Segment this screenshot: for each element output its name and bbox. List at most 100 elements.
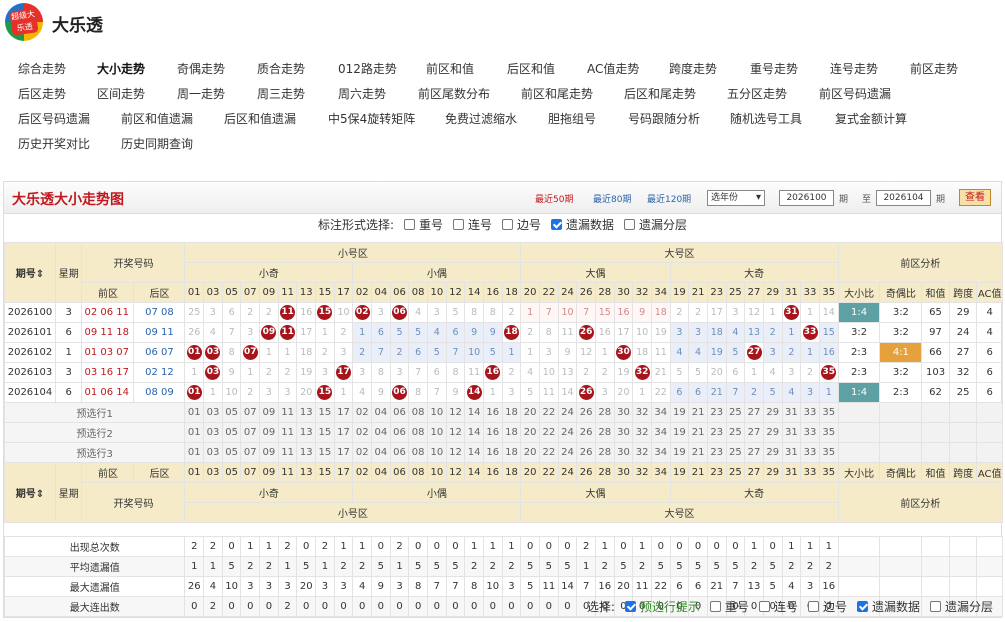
nav-link[interactable]: 胆拖组号 [548, 110, 596, 127]
preselect-number[interactable]: 21 [688, 402, 708, 423]
checkbox-icon[interactable] [758, 601, 770, 612]
to-period-input[interactable]: 2026104 [876, 190, 931, 206]
preselect-number[interactable]: 26 [576, 422, 596, 443]
preselect-number[interactable]: 33 [800, 442, 820, 463]
preselect-number[interactable]: 15 [315, 422, 335, 443]
nav-link[interactable]: 前区号码遗漏 [819, 85, 891, 102]
period-header[interactable]: 期号⇕ [4, 242, 56, 303]
preselect-number[interactable]: 12 [445, 442, 466, 463]
preselect-number[interactable]: 10 [427, 402, 447, 423]
preselect-number[interactable]: 25 [725, 402, 746, 423]
preselect-number[interactable]: 11 [277, 402, 298, 423]
nav-link[interactable]: 前区和值遗漏 [121, 110, 193, 127]
checkbox-icon[interactable] [502, 219, 514, 230]
preselect-number[interactable]: 34 [650, 402, 671, 423]
preselect-number[interactable]: 20 [520, 442, 540, 463]
preselect-number[interactable]: 20 [520, 402, 540, 423]
option-checkbox[interactable]: 重号 [403, 216, 443, 233]
option-checkbox[interactable]: 遗漏分层 [624, 216, 687, 233]
preselect-number[interactable]: 28 [594, 422, 615, 443]
preselect-number[interactable]: 34 [650, 442, 671, 463]
option-checkbox[interactable]: 边号 [502, 216, 541, 233]
preselect-number[interactable]: 35 [818, 422, 839, 443]
nav-link[interactable]: 前区尾数分布 [418, 85, 490, 102]
nav-link[interactable]: 综合走势 [18, 60, 66, 77]
preselect-number[interactable]: 06 [389, 402, 410, 423]
footer-checkbox[interactable]: 重号 [709, 600, 749, 614]
preselect-number[interactable]: 31 [781, 442, 802, 463]
preselect-number[interactable]: 09 [259, 422, 279, 443]
preselect-number[interactable]: 13 [296, 442, 317, 463]
preselect-number[interactable]: 33 [800, 422, 820, 443]
nav-link[interactable]: 区间走势 [97, 85, 145, 102]
preselect-number[interactable]: 29 [762, 442, 783, 463]
nav-link[interactable]: 周三走势 [257, 85, 305, 102]
preselect-number[interactable]: 23 [706, 402, 727, 423]
recent-80-link[interactable]: 最近80期 [593, 192, 631, 205]
preselect-number[interactable]: 26 [576, 402, 596, 423]
nav-link[interactable]: 质合走势 [257, 60, 305, 77]
nav-link[interactable]: 大小走势 [97, 60, 145, 77]
footer-checkbox[interactable]: 遗漏数据 [856, 600, 920, 614]
preselect-number[interactable]: 04 [371, 402, 391, 423]
footer-checkbox[interactable]: 边号 [807, 600, 847, 614]
footer-checkbox[interactable]: 预选行提示 [624, 600, 700, 614]
checkbox-icon[interactable] [403, 219, 415, 230]
preselect-number[interactable]: 17 [333, 422, 354, 443]
nav-link[interactable]: 前区走势 [910, 60, 958, 77]
preselect-number[interactable]: 06 [389, 442, 410, 463]
preselect-number[interactable]: 07 [240, 442, 261, 463]
preselect-number[interactable]: 14 [464, 442, 484, 463]
preselect-number[interactable]: 21 [688, 422, 708, 443]
preselect-number[interactable]: 08 [408, 402, 428, 423]
preselect-number[interactable]: 35 [818, 402, 839, 423]
preselect-number[interactable]: 13 [296, 422, 317, 443]
preselect-number[interactable]: 30 [613, 442, 634, 463]
option-checkbox[interactable]: 连号 [453, 216, 492, 233]
recent-120-link[interactable]: 最近120期 [647, 192, 691, 205]
preselect-number[interactable]: 05 [221, 402, 242, 423]
checkbox-icon[interactable] [929, 601, 941, 612]
preselect-number[interactable]: 34 [650, 422, 671, 443]
preselect-number[interactable]: 02 [352, 442, 373, 463]
preselect-number[interactable]: 03 [203, 442, 223, 463]
preselect-number[interactable]: 22 [539, 402, 559, 423]
period-header-bottom[interactable]: 期号⇕ [4, 462, 56, 523]
preselect-number[interactable]: 16 [482, 402, 503, 423]
preselect-number[interactable]: 27 [744, 442, 764, 463]
preselect-number[interactable]: 30 [613, 422, 634, 443]
nav-link[interactable]: 周六走势 [338, 85, 386, 102]
preselect-number[interactable]: 14 [464, 422, 484, 443]
nav-link[interactable]: 奇偶走势 [177, 60, 225, 77]
preselect-number[interactable]: 19 [669, 422, 690, 443]
preselect-number[interactable]: 15 [315, 442, 335, 463]
preselect-number[interactable]: 12 [445, 402, 466, 423]
preselect-number[interactable]: 17 [333, 442, 354, 463]
query-button[interactable]: 查看 [959, 189, 991, 206]
preselect-number[interactable]: 03 [203, 402, 223, 423]
nav-link[interactable]: 后区走势 [18, 85, 66, 102]
preselect-number[interactable]: 33 [800, 402, 820, 423]
checkbox-icon[interactable] [453, 219, 464, 230]
preselect-number[interactable]: 19 [669, 402, 690, 423]
nav-link[interactable]: 012路走势 [338, 60, 397, 77]
preselect-number[interactable]: 22 [539, 442, 559, 463]
nav-link[interactable]: 中5保4旋转矩阵 [328, 110, 415, 127]
preselect-number[interactable]: 35 [818, 442, 839, 463]
preselect-number[interactable]: 29 [762, 402, 783, 423]
nav-link[interactable]: 周一走势 [177, 85, 225, 102]
preselect-number[interactable]: 06 [389, 422, 410, 443]
nav-link[interactable]: 随机选号工具 [730, 110, 802, 127]
preselect-number[interactable]: 08 [408, 442, 428, 463]
option-checkbox[interactable]: 遗漏数据 [551, 216, 614, 233]
nav-link[interactable]: 跨度走势 [669, 60, 717, 77]
nav-link[interactable]: 后区和值 [507, 60, 555, 77]
checkbox-icon[interactable] [856, 601, 868, 612]
nav-link[interactable]: 后区和尾走势 [624, 85, 696, 102]
nav-link[interactable]: 历史开奖对比 [18, 135, 90, 152]
preselect-number[interactable]: 32 [632, 442, 652, 463]
preselect-number[interactable]: 08 [408, 422, 428, 443]
preselect-number[interactable]: 03 [203, 422, 223, 443]
preselect-number[interactable]: 10 [427, 442, 447, 463]
preselect-number[interactable]: 11 [277, 442, 298, 463]
